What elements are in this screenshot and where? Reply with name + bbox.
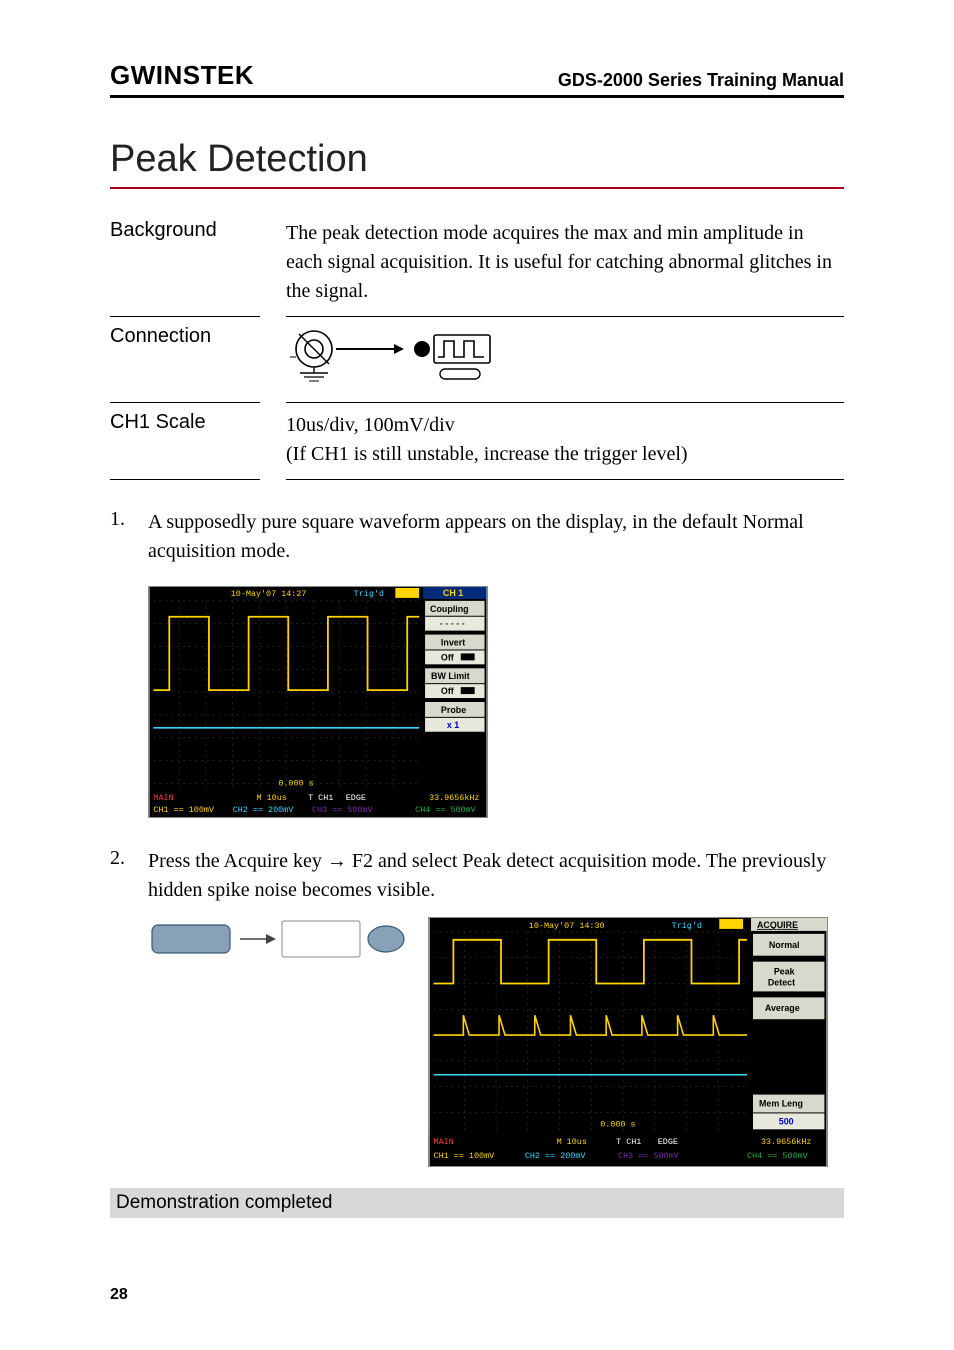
- scope1-tch: T CH1: [308, 793, 333, 803]
- label-background: Background: [110, 211, 260, 317]
- scope2-freq: 33.9656kHz: [761, 1137, 812, 1147]
- info-grid: Background The peak detection mode acqui…: [110, 211, 844, 480]
- scope1-trig: Trig'd: [354, 589, 384, 599]
- step-1: 1. A supposedly pure square waveform app…: [110, 508, 844, 566]
- scope2-btn-average[interactable]: Average: [765, 1003, 800, 1013]
- scope2-btn-normal[interactable]: Normal: [769, 940, 800, 950]
- scope2-btn-memleng[interactable]: Mem Leng: [759, 1098, 803, 1108]
- scope1-bwlimit-val: Off: [441, 686, 454, 696]
- scope1-main-label: MAIN: [153, 793, 173, 803]
- bnc-to-generator-icon: [286, 325, 516, 383]
- scope1-btn-invert[interactable]: Invert: [441, 637, 465, 647]
- scope1-ch1v: CH1 == 100mV: [153, 805, 214, 815]
- label-connection: Connection: [110, 317, 260, 403]
- scope2-date: 10-May'07 14:30: [529, 921, 605, 931]
- scope1-time-marker: 0.000 s: [278, 778, 313, 788]
- scope1-ch3v: CH3 == 500mV: [312, 805, 373, 815]
- demo-completed-bar: Demonstration completed: [110, 1188, 844, 1218]
- step-1-text: A supposedly pure square waveform appear…: [148, 508, 844, 566]
- scope1-ch4v: CH4 == 500mV: [415, 805, 476, 815]
- page-header: GWINSTEK GDS-2000 Series Training Manual: [110, 60, 844, 98]
- connection-diagram: [286, 317, 844, 403]
- step-1-num: 1.: [110, 508, 132, 566]
- keypress-diagram: [148, 917, 408, 961]
- scope1-ch2v: CH2 == 200mV: [233, 805, 294, 815]
- scope1-coupling-val: - - - - -: [440, 619, 465, 629]
- scope2-acquire-header: ACQUIRE: [757, 920, 798, 930]
- brand-logo: GWINSTEK: [110, 60, 254, 91]
- text-ch1scale: 10us/div, 100mV/div (If CH1 is still uns…: [286, 403, 844, 480]
- scope2-btn-peak-line2[interactable]: Detect: [768, 977, 795, 987]
- scope1-btn-bwlimit[interactable]: BW Limit: [431, 671, 470, 681]
- step-list: 1. A supposedly pure square waveform app…: [110, 508, 844, 1218]
- scope2-trig: Trig'd: [672, 921, 702, 931]
- scope1-freq: 33.9656kHz: [429, 793, 479, 803]
- manual-title: GDS-2000 Series Training Manual: [558, 70, 844, 91]
- scope2-mtime: M 10us: [557, 1137, 587, 1147]
- scope2-edge: EDGE: [658, 1137, 678, 1147]
- scope2-ch3v: CH3 == 500mV: [618, 1151, 680, 1161]
- page-number: 28: [110, 1286, 128, 1304]
- scope1-date: 10-May'07 14:27: [231, 589, 307, 599]
- scope-screenshot-1: 10-May'07 14:27 Trig'd CH 1 Coupling - -…: [148, 586, 488, 823]
- scope2-time-marker: 0.000 s: [600, 1119, 635, 1129]
- scope2-tch: T CH1: [616, 1137, 641, 1147]
- scope2-ch2v: CH2 == 200mV: [525, 1151, 587, 1161]
- step-2: 2. Press the Acquire key → F2 and select…: [110, 847, 844, 905]
- scope2-main-label: MAIN: [434, 1137, 454, 1147]
- scope2-ch1v: CH1 == 100mV: [434, 1151, 496, 1161]
- acquire-key-icon: [152, 925, 230, 953]
- menu-box-icon: [282, 921, 360, 957]
- scope1-probe-val: x 1: [447, 720, 459, 730]
- label-ch1scale: CH1 Scale: [110, 403, 260, 480]
- scope1-invert-val: Off: [441, 652, 454, 662]
- scope1-btn-coupling[interactable]: Coupling: [430, 604, 469, 614]
- ch1scale-line2: (If CH1 is still unstable, increase the …: [286, 443, 688, 465]
- scope-screenshot-2: 10-May'07 14:30 Trig'd ACQUIRE Normal Pe…: [428, 917, 828, 1172]
- scope1-mtime: M 10us: [257, 793, 287, 803]
- step-2-text: Press the Acquire key → F2 and select Pe…: [148, 847, 844, 905]
- scope2-btn-peak-line1[interactable]: Peak: [774, 967, 795, 977]
- step-2-num: 2.: [110, 847, 132, 905]
- ch1scale-line1: 10us/div, 100mV/div: [286, 414, 455, 436]
- scope1-btn-probe[interactable]: Probe: [441, 705, 466, 715]
- scope1-edge: EDGE: [346, 793, 366, 803]
- scope2-ch4v: CH4 == 500mV: [747, 1151, 809, 1161]
- f2-key-icon: [368, 926, 404, 952]
- text-background: The peak detection mode acquires the max…: [286, 211, 844, 317]
- scope2-memleng-val: 500: [779, 1116, 794, 1126]
- section-title: Peak Detection: [110, 138, 844, 189]
- scope1-ch1-header: CH 1: [443, 588, 463, 598]
